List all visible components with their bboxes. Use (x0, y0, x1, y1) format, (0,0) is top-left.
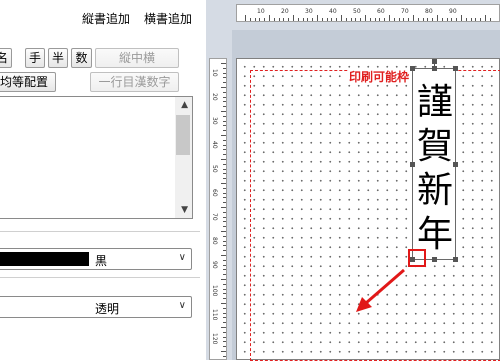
color-swatch (0, 252, 89, 266)
tate-chu-yoko-button[interactable]: 縦中横 (95, 48, 179, 68)
chevron-down-icon: ∨ (178, 300, 186, 311)
number-button[interactable]: 数 (71, 48, 92, 68)
scroll-down-icon[interactable]: ▼ (181, 205, 188, 215)
add-vertical-text-button[interactable]: 縦書追加 (82, 10, 130, 27)
properties-panel: 縦書追加 横書追加 名 手 半 数 縦中横 均等配置 一行目漢数字 ▲ ▼ 黒 … (0, 0, 200, 360)
equal-spacing-button[interactable]: 均等配置 (0, 72, 56, 92)
chevron-down-icon: ∨ (178, 252, 186, 263)
arrow-line (365, 268, 405, 305)
scroll-thumb[interactable] (176, 115, 190, 155)
canvas-area: 10 20 30 40 50 60 70 80 90 10 20 30 40 50 60 70 80 90 100… (206, 0, 500, 361)
divider (0, 231, 200, 232)
text-color-select[interactable]: 黒 ∨ (0, 248, 192, 270)
half-width-button[interactable]: 半 (48, 48, 68, 68)
divider (0, 277, 200, 278)
color-select-value: 黒 (95, 254, 108, 268)
scroll-up-icon[interactable]: ▲ (181, 100, 188, 110)
arrow-annotation (356, 268, 405, 312)
first-line-kanji-numerals-button[interactable]: 一行目漢数字 (90, 72, 179, 92)
add-horizontal-text-button[interactable]: 横書追加 (144, 10, 192, 27)
handwriting-button[interactable]: 手 (25, 48, 45, 68)
vertical-scrollbar[interactable]: ▲ ▼ (175, 97, 192, 218)
name-button[interactable]: 名 (0, 48, 12, 68)
text-input-area[interactable]: ▲ ▼ (0, 96, 193, 219)
background-select[interactable]: 透明 ∨ (0, 296, 192, 318)
background-select-value: 透明 (95, 302, 120, 316)
